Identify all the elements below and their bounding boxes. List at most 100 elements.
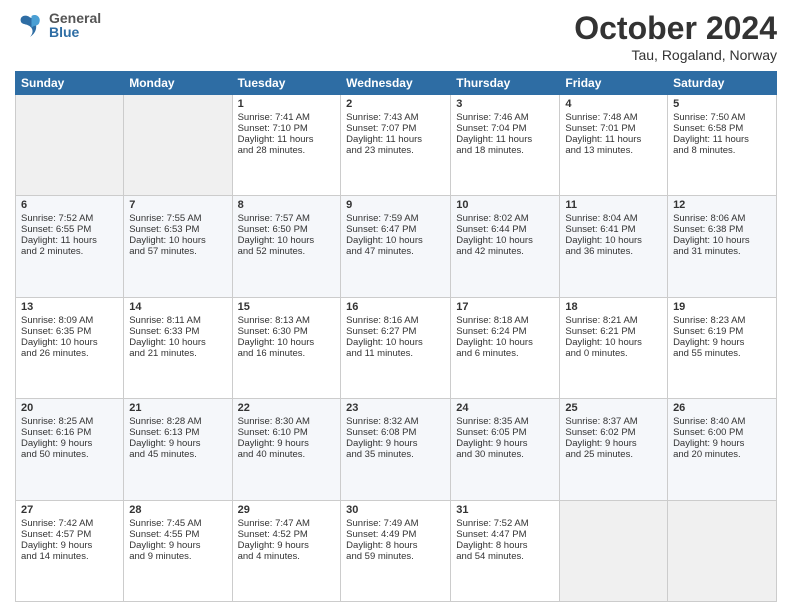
cell-content-line: Daylight: 10 hours (346, 235, 445, 246)
cell-content-line: and 21 minutes. (129, 348, 226, 359)
week-row-1: 6Sunrise: 7:52 AMSunset: 6:55 PMDaylight… (16, 196, 777, 297)
calendar-cell (668, 500, 777, 601)
day-header-thursday: Thursday (451, 72, 560, 95)
cell-content-line: Sunrise: 7:52 AM (456, 518, 554, 529)
day-number: 22 (238, 402, 336, 414)
cell-content-line: Sunset: 7:10 PM (238, 123, 336, 134)
calendar-cell: 11Sunrise: 8:04 AMSunset: 6:41 PMDayligh… (560, 196, 668, 297)
cell-content-line: and 13 minutes. (565, 145, 662, 156)
cell-content-line: and 36 minutes. (565, 246, 662, 257)
cell-content-line: and 42 minutes. (456, 246, 554, 257)
cell-content-line: Daylight: 10 hours (238, 337, 336, 348)
cell-content-line: and 50 minutes. (21, 449, 118, 460)
cell-content-line: Daylight: 10 hours (238, 235, 336, 246)
calendar-cell: 10Sunrise: 8:02 AMSunset: 6:44 PMDayligh… (451, 196, 560, 297)
month-title: October 2024 (574, 10, 777, 47)
cell-content-line: Sunset: 6:21 PM (565, 326, 662, 337)
cell-content-line: Sunrise: 7:59 AM (346, 213, 445, 224)
cell-content-line: Sunrise: 7:43 AM (346, 112, 445, 123)
calendar-cell: 9Sunrise: 7:59 AMSunset: 6:47 PMDaylight… (341, 196, 451, 297)
day-number: 19 (673, 301, 771, 313)
cell-content-line: Sunset: 6:30 PM (238, 326, 336, 337)
calendar-cell: 13Sunrise: 8:09 AMSunset: 6:35 PMDayligh… (16, 297, 124, 398)
calendar-cell: 21Sunrise: 8:28 AMSunset: 6:13 PMDayligh… (124, 399, 232, 500)
cell-content-line: Sunrise: 8:35 AM (456, 416, 554, 427)
cell-content-line: Sunset: 6:02 PM (565, 427, 662, 438)
cell-content-line: Sunrise: 7:45 AM (129, 518, 226, 529)
week-row-2: 13Sunrise: 8:09 AMSunset: 6:35 PMDayligh… (16, 297, 777, 398)
logo-blue-text: Blue (49, 25, 101, 39)
cell-content-line: Daylight: 8 hours (456, 540, 554, 551)
cell-content-line: Daylight: 9 hours (129, 540, 226, 551)
cell-content-line: Sunrise: 8:40 AM (673, 416, 771, 427)
day-number: 13 (21, 301, 118, 313)
cell-content-line: Sunrise: 8:25 AM (21, 416, 118, 427)
cell-content-line: Sunrise: 8:23 AM (673, 315, 771, 326)
cell-content-line: Sunrise: 7:42 AM (21, 518, 118, 529)
cell-content-line: Sunrise: 8:06 AM (673, 213, 771, 224)
cell-content-line: Sunrise: 7:52 AM (21, 213, 118, 224)
cell-content-line: Sunset: 7:01 PM (565, 123, 662, 134)
calendar-cell: 16Sunrise: 8:16 AMSunset: 6:27 PMDayligh… (341, 297, 451, 398)
day-number: 2 (346, 98, 445, 110)
cell-content-line: Daylight: 9 hours (346, 438, 445, 449)
day-number: 28 (129, 504, 226, 516)
cell-content-line: and 14 minutes. (21, 551, 118, 562)
calendar-cell: 28Sunrise: 7:45 AMSunset: 4:55 PMDayligh… (124, 500, 232, 601)
cell-content-line: and 54 minutes. (456, 551, 554, 562)
day-number: 24 (456, 402, 554, 414)
cell-content-line: Daylight: 10 hours (565, 235, 662, 246)
calendar-cell: 7Sunrise: 7:55 AMSunset: 6:53 PMDaylight… (124, 196, 232, 297)
calendar-cell: 24Sunrise: 8:35 AMSunset: 6:05 PMDayligh… (451, 399, 560, 500)
day-header-saturday: Saturday (668, 72, 777, 95)
cell-content-line: Daylight: 9 hours (129, 438, 226, 449)
cell-content-line: Sunset: 6:41 PM (565, 224, 662, 235)
calendar-cell: 18Sunrise: 8:21 AMSunset: 6:21 PMDayligh… (560, 297, 668, 398)
cell-content-line: and 35 minutes. (346, 449, 445, 460)
day-number: 16 (346, 301, 445, 313)
cell-content-line: Sunrise: 8:32 AM (346, 416, 445, 427)
cell-content-line: Daylight: 9 hours (456, 438, 554, 449)
cell-content-line: and 0 minutes. (565, 348, 662, 359)
week-row-4: 27Sunrise: 7:42 AMSunset: 4:57 PMDayligh… (16, 500, 777, 601)
calendar-cell: 27Sunrise: 7:42 AMSunset: 4:57 PMDayligh… (16, 500, 124, 601)
cell-content-line: Sunrise: 8:18 AM (456, 315, 554, 326)
day-number: 3 (456, 98, 554, 110)
calendar-cell: 31Sunrise: 7:52 AMSunset: 4:47 PMDayligh… (451, 500, 560, 601)
cell-content-line: and 40 minutes. (238, 449, 336, 460)
day-number: 10 (456, 199, 554, 211)
day-number: 23 (346, 402, 445, 414)
cell-content-line: and 57 minutes. (129, 246, 226, 257)
cell-content-line: and 6 minutes. (456, 348, 554, 359)
logo: General Blue (15, 10, 101, 40)
calendar-cell (16, 95, 124, 196)
day-number: 5 (673, 98, 771, 110)
cell-content-line: and 30 minutes. (456, 449, 554, 460)
day-number: 31 (456, 504, 554, 516)
day-number: 17 (456, 301, 554, 313)
calendar-cell: 2Sunrise: 7:43 AMSunset: 7:07 PMDaylight… (341, 95, 451, 196)
location-title: Tau, Rogaland, Norway (574, 47, 777, 63)
day-number: 20 (21, 402, 118, 414)
cell-content-line: Daylight: 11 hours (346, 134, 445, 145)
day-number: 29 (238, 504, 336, 516)
cell-content-line: Sunrise: 8:28 AM (129, 416, 226, 427)
logo-general-text: General (49, 11, 101, 25)
day-number: 18 (565, 301, 662, 313)
cell-content-line: Sunrise: 7:41 AM (238, 112, 336, 123)
calendar-cell: 23Sunrise: 8:32 AMSunset: 6:08 PMDayligh… (341, 399, 451, 500)
cell-content-line: and 20 minutes. (673, 449, 771, 460)
calendar-cell: 29Sunrise: 7:47 AMSunset: 4:52 PMDayligh… (232, 500, 341, 601)
cell-content-line: and 59 minutes. (346, 551, 445, 562)
cell-content-line: Sunset: 7:04 PM (456, 123, 554, 134)
cell-content-line: and 26 minutes. (21, 348, 118, 359)
cell-content-line: and 25 minutes. (565, 449, 662, 460)
day-number: 11 (565, 199, 662, 211)
cell-content-line: Sunrise: 8:16 AM (346, 315, 445, 326)
cell-content-line: and 8 minutes. (673, 145, 771, 156)
cell-content-line: and 31 minutes. (673, 246, 771, 257)
header: General Blue October 2024 Tau, Rogaland,… (15, 10, 777, 63)
cell-content-line: Daylight: 10 hours (673, 235, 771, 246)
day-number: 4 (565, 98, 662, 110)
cell-content-line: and 45 minutes. (129, 449, 226, 460)
